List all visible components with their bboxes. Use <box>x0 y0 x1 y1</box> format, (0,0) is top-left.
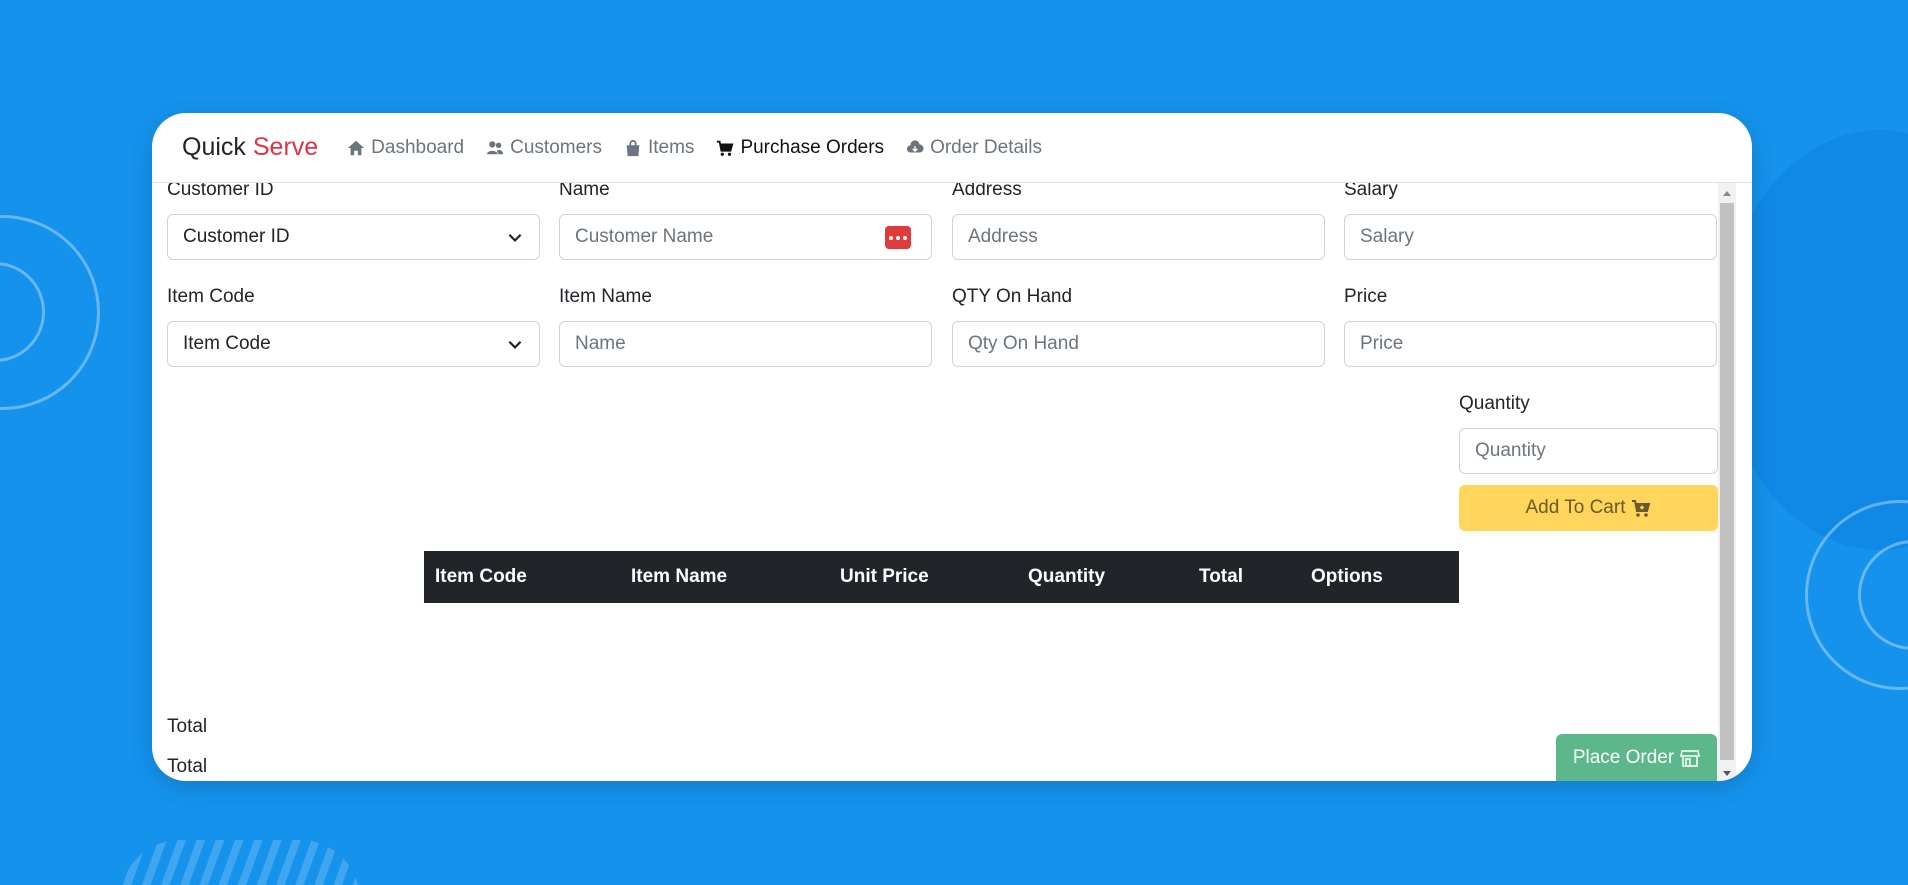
customer-id-select[interactable]: Customer ID <box>167 214 540 260</box>
item-code-selected: Item Code <box>183 333 271 354</box>
main-card: Quick Serve Dashboard Customers Items Pu… <box>152 113 1752 781</box>
total-label: Total <box>167 716 208 737</box>
customer-name-input[interactable] <box>575 226 916 248</box>
salary-input[interactable] <box>1360 226 1701 248</box>
nav-order-details[interactable]: Order Details <box>905 137 1042 159</box>
salary-label: Salary <box>1344 183 1398 200</box>
item-name-input[interactable] <box>575 333 916 355</box>
qty-on-hand-label: QTY On Hand <box>952 286 1073 307</box>
item-code-label: Item Code <box>167 286 255 307</box>
chevron-down-icon <box>508 340 522 349</box>
users-icon <box>485 138 505 158</box>
column-header-total: Total <box>1188 551 1300 603</box>
price-label: Price <box>1344 286 1388 307</box>
column-header-item-code: Item Code <box>424 551 620 603</box>
cloud-download-icon <box>905 138 925 158</box>
address-label: Address <box>952 183 1022 200</box>
sub-total-label: Total <box>167 756 208 777</box>
nav-purchase-orders-label: Purchase Orders <box>740 136 885 158</box>
qty-on-hand-input[interactable] <box>968 333 1309 355</box>
quantity-label: Quantity <box>1459 393 1530 414</box>
navbar: Quick Serve Dashboard Customers Items Pu… <box>152 113 1752 183</box>
cart-table-header-row: Item Code Item Name Unit Price Quantity … <box>424 551 1459 603</box>
nav-purchase-orders[interactable]: Purchase Orders <box>715 137 884 159</box>
place-order-label: Place Order <box>1572 746 1675 768</box>
chevron-down-icon <box>508 233 522 242</box>
brand-logo[interactable]: Quick Serve <box>182 133 318 162</box>
add-to-cart-button[interactable]: Add To Cart <box>1459 485 1718 531</box>
nav-items[interactable]: Items <box>623 137 694 159</box>
item-name-field[interactable] <box>559 321 932 367</box>
customer-name-field[interactable] <box>559 214 932 260</box>
bag-icon <box>623 138 643 158</box>
nav-customers-label: Customers <box>510 136 602 158</box>
customer-id-selected: Customer ID <box>183 226 290 247</box>
cart-icon <box>715 138 735 158</box>
salary-field[interactable] <box>1344 214 1717 260</box>
brand-name-part2: Serve <box>252 133 319 161</box>
price-input[interactable] <box>1360 333 1701 355</box>
nav-dashboard-label: Dashboard <box>371 136 465 158</box>
scrollbar-thumb[interactable] <box>1720 203 1734 760</box>
column-header-options: Options <box>1300 551 1459 603</box>
item-name-label: Item Name <box>559 286 652 307</box>
cart-table: Item Code Item Name Unit Price Quantity … <box>424 551 1459 603</box>
price-field[interactable] <box>1344 321 1717 367</box>
brand-name-part1: Quick <box>182 133 246 161</box>
nav-customers[interactable]: Customers <box>485 137 602 159</box>
nav-items-label: Items <box>647 136 695 158</box>
column-header-item-name: Item Name <box>620 551 829 603</box>
address-field[interactable] <box>952 214 1325 260</box>
cart-plus-icon <box>1632 500 1651 517</box>
home-icon <box>346 138 366 158</box>
add-to-cart-label: Add To Cart <box>1525 497 1626 518</box>
nav-dashboard[interactable]: Dashboard <box>346 137 464 159</box>
scroll-up-arrow-icon[interactable] <box>1723 191 1731 196</box>
purchase-order-form: Customer ID Name Address Salary Customer… <box>152 183 1736 781</box>
quantity-input[interactable] <box>1475 440 1702 462</box>
customer-name-label: Name <box>559 183 610 200</box>
customer-id-label: Customer ID <box>167 183 274 200</box>
qty-on-hand-field[interactable] <box>952 321 1325 367</box>
place-order-button[interactable]: Place Order <box>1556 734 1717 781</box>
column-header-quantity: Quantity <box>1017 551 1188 603</box>
password-manager-icon[interactable] <box>885 226 911 249</box>
vertical-scrollbar[interactable] <box>1718 183 1736 781</box>
column-header-unit-price: Unit Price <box>829 551 1017 603</box>
address-input[interactable] <box>968 226 1309 248</box>
nav-order-details-label: Order Details <box>930 136 1042 158</box>
shop-icon <box>1680 749 1701 767</box>
scroll-down-arrow-icon[interactable] <box>1723 771 1731 776</box>
item-code-select[interactable]: Item Code <box>167 321 540 367</box>
quantity-field[interactable] <box>1459 428 1718 474</box>
